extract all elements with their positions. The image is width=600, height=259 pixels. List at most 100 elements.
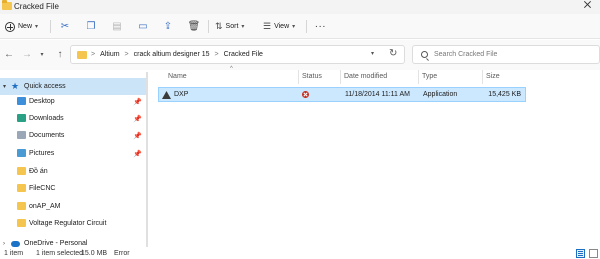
column-header-name[interactable]: Name bbox=[168, 73, 187, 80]
title-bar: Cracked File bbox=[0, 0, 600, 14]
forward-arrow-icon[interactable]: → bbox=[21, 49, 33, 61]
error-status-icon bbox=[302, 91, 309, 98]
search-box[interactable]: Search Cracked File bbox=[412, 45, 600, 64]
folder-icon bbox=[17, 167, 26, 175]
close-window-icon[interactable] bbox=[580, 0, 596, 10]
breadcrumb-item[interactable]: crack altium designer 15 bbox=[134, 51, 210, 58]
toolbar-divider bbox=[208, 20, 209, 33]
delete-button[interactable]: 🗑 bbox=[187, 19, 201, 33]
more-options-button[interactable]: ... bbox=[315, 20, 326, 30]
sidebar-item-onedrive[interactable]: › OneDrive - Personal bbox=[0, 235, 146, 247]
column-header-date-modified[interactable]: Date modified bbox=[344, 73, 387, 80]
sidebar-item-label: Quick access bbox=[24, 83, 66, 90]
paste-button[interactable]: ▤ bbox=[110, 19, 124, 33]
search-icon bbox=[421, 51, 428, 58]
folder-icon bbox=[77, 51, 87, 59]
address-history-chevron-icon[interactable]: ▾ bbox=[371, 50, 374, 57]
file-type: Application bbox=[423, 91, 458, 98]
tiles-view-icon[interactable] bbox=[589, 249, 598, 258]
sidebar-item-documents[interactable]: Documents 📌 bbox=[0, 127, 146, 144]
chevron-down-icon: ▾ bbox=[292, 24, 296, 30]
selection-count: 1 item selected bbox=[36, 250, 84, 257]
rename-button[interactable]: ▭ bbox=[136, 19, 150, 33]
column-header-size[interactable]: Size bbox=[486, 73, 500, 80]
sidebar-item-label: Documents bbox=[29, 132, 65, 139]
file-size: 15,425 KB bbox=[488, 91, 521, 98]
breadcrumb-item[interactable]: Cracked File bbox=[224, 51, 263, 58]
sidebar-item-voltage-regulator-circuit[interactable]: Voltage Regulator Circuit bbox=[0, 215, 146, 232]
sidebar-item-label: onAP_AM bbox=[29, 203, 61, 210]
breadcrumb-separator: > bbox=[214, 51, 219, 58]
view-label: View bbox=[274, 23, 290, 30]
toolbar-divider bbox=[306, 20, 307, 33]
pin-icon[interactable]: 📌 bbox=[133, 115, 142, 123]
chevron-down-icon[interactable]: ▾ bbox=[3, 83, 6, 90]
pin-icon[interactable]: 📌 bbox=[133, 132, 142, 140]
clipboard-icon: ▤ bbox=[112, 20, 122, 32]
rename-icon: ▭ bbox=[138, 20, 148, 32]
file-name: DXP bbox=[174, 91, 189, 98]
search-input[interactable]: Search Cracked File bbox=[434, 51, 497, 58]
pin-icon[interactable]: 📌 bbox=[133, 150, 142, 158]
sidebar-item-do-an[interactable]: Đồ án bbox=[0, 163, 146, 180]
copy-icon: ❐ bbox=[86, 20, 96, 32]
column-header-type[interactable]: Type bbox=[422, 73, 437, 80]
column-divider[interactable] bbox=[482, 70, 483, 84]
folder-icon bbox=[17, 219, 26, 227]
address-bar[interactable]: > Altium > crack altium designer 15 > Cr… bbox=[70, 45, 405, 64]
status-error: Error bbox=[114, 250, 130, 257]
trash-icon: 🗑 bbox=[187, 20, 201, 32]
cloud-icon bbox=[11, 241, 20, 247]
share-button[interactable]: ⇪ bbox=[161, 19, 175, 33]
column-header-status[interactable]: Status bbox=[302, 73, 322, 80]
desktop-icon bbox=[17, 97, 26, 105]
column-divider[interactable] bbox=[298, 70, 299, 84]
sidebar-item-filecnc[interactable]: FileCNC bbox=[0, 180, 146, 197]
sidebar-item-desktop[interactable]: Desktop 📌 bbox=[0, 93, 146, 110]
documents-icon bbox=[17, 131, 26, 139]
sidebar-item-downloads[interactable]: Downloads 📌 bbox=[0, 110, 146, 127]
file-date-modified: 11/18/2014 11:11 AM bbox=[345, 91, 410, 98]
command-bar: New ▾ ✂ ❐ ▤ ▭ ⇪ 🗑 ⇅ Sort ▾ ☰ View ▾ ... bbox=[0, 14, 600, 39]
status-bar: 1 item 1 item selected 15.0 MB Error bbox=[0, 249, 600, 259]
folder-icon bbox=[17, 184, 26, 192]
breadcrumb: > Altium > crack altium designer 15 > Cr… bbox=[91, 51, 263, 58]
back-arrow-icon[interactable]: ← bbox=[3, 49, 15, 61]
address-row: ← → ▾ ↑ > Altium > crack altium designer… bbox=[0, 40, 600, 70]
breadcrumb-item[interactable]: Altium bbox=[100, 51, 119, 58]
pin-icon[interactable]: 📌 bbox=[133, 98, 142, 106]
new-button[interactable]: New ▾ bbox=[5, 19, 38, 34]
up-arrow-icon[interactable]: ↑ bbox=[54, 49, 66, 61]
sidebar-item-label: Voltage Regulator Circuit bbox=[29, 220, 107, 227]
item-count: 1 item bbox=[4, 250, 24, 257]
copy-button[interactable]: ❐ bbox=[84, 19, 98, 33]
table-row[interactable]: DXP 11/18/2014 11:11 AM Application 15,4… bbox=[158, 87, 526, 102]
sort-button[interactable]: ⇅ Sort ▾ bbox=[215, 19, 244, 34]
recent-locations-chevron-icon[interactable]: ▾ bbox=[36, 49, 48, 61]
navigation-pane: ▾ ★ Quick access Desktop 📌 Downloads 📌 D… bbox=[0, 72, 148, 247]
navigation-scrollbar[interactable] bbox=[146, 72, 148, 247]
details-view-icon[interactable] bbox=[576, 249, 585, 258]
share-icon: ⇪ bbox=[163, 20, 173, 32]
cut-button[interactable]: ✂ bbox=[58, 19, 72, 33]
sidebar-item-label: Pictures bbox=[29, 150, 55, 157]
chevron-right-icon[interactable]: › bbox=[3, 241, 5, 247]
view-button[interactable]: ☰ View ▾ bbox=[263, 19, 295, 34]
sidebar-item-label: FileCNC bbox=[29, 185, 56, 192]
sidebar-item-onap-am[interactable]: onAP_AM bbox=[0, 198, 146, 215]
downloads-icon bbox=[17, 114, 26, 122]
refresh-icon[interactable]: ↻ bbox=[389, 48, 397, 59]
view-icon: ☰ bbox=[263, 21, 272, 31]
sidebar-item-label: Downloads bbox=[29, 115, 64, 122]
window-title: Cracked File bbox=[14, 2, 59, 11]
column-divider[interactable] bbox=[418, 70, 419, 84]
folder-icon bbox=[2, 0, 12, 10]
scissors-icon: ✂ bbox=[60, 20, 70, 32]
selection-size: 15.0 MB bbox=[81, 250, 108, 257]
chevron-down-icon: ▾ bbox=[241, 24, 245, 30]
chevron-down-icon: ▾ bbox=[35, 24, 39, 30]
breadcrumb-separator: > bbox=[124, 51, 129, 58]
breadcrumb-separator: > bbox=[91, 51, 96, 58]
sidebar-item-pictures[interactable]: Pictures 📌 bbox=[0, 145, 146, 162]
column-divider[interactable] bbox=[340, 70, 341, 84]
